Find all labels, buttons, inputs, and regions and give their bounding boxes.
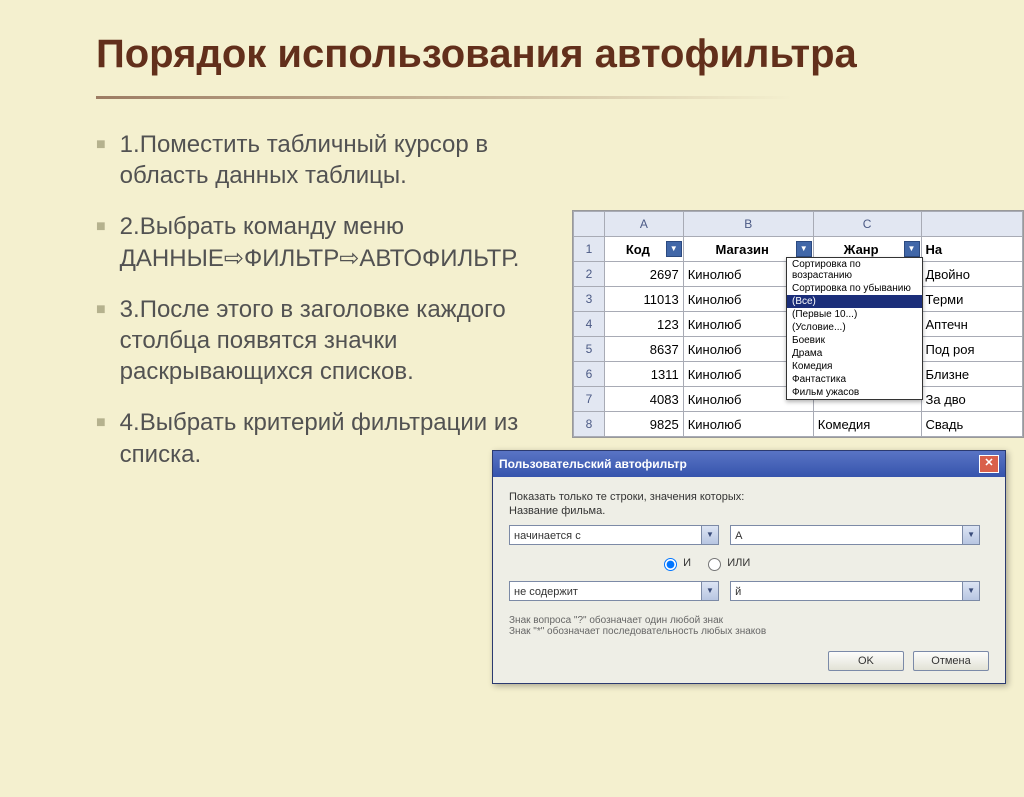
header-title: На: [921, 237, 1023, 262]
bullet-list: ■1.Поместить табличный курсор в область …: [96, 129, 576, 470]
bullet-marker: ■: [96, 300, 106, 388]
dropdown-option[interactable]: (Условие...): [787, 321, 922, 334]
cell[interactable]: 4083: [605, 387, 684, 412]
bullet-text: 1.Поместить табличный курсор в область д…: [120, 129, 576, 191]
cancel-button[interactable]: Отмена: [913, 651, 989, 671]
cell[interactable]: Под роя: [921, 337, 1023, 362]
chevron-down-icon: ▼: [962, 582, 979, 600]
bullet-text: 2.Выбрать команду меню ДАННЫЕ⇨ФИЛЬТР⇨АВТ…: [120, 211, 576, 273]
custom-autofilter-dialog: Пользовательский автофильтр ✕ Показать т…: [492, 450, 1006, 684]
cell[interactable]: Двойно: [921, 262, 1023, 287]
col-letter[interactable]: A: [605, 212, 684, 237]
dropdown-option[interactable]: Боевик: [787, 334, 922, 347]
col-letter[interactable]: B: [683, 212, 813, 237]
row-number[interactable]: 2: [574, 262, 605, 287]
row-number[interactable]: 1: [574, 237, 605, 262]
bullet-marker: ■: [96, 413, 106, 469]
title-underline: [96, 96, 916, 99]
dialog-field-label: Название фильма.: [509, 505, 989, 517]
dropdown-option[interactable]: Фантастика: [787, 373, 922, 386]
col-letter[interactable]: C: [813, 212, 921, 237]
close-icon[interactable]: ✕: [979, 455, 999, 473]
cell[interactable]: Аптечн: [921, 312, 1023, 337]
cell[interactable]: 8637: [605, 337, 684, 362]
cell[interactable]: Близне: [921, 362, 1023, 387]
bullet-text: 3.После этого в заголовке каждого столбц…: [120, 294, 576, 388]
filter-dropdown-icon[interactable]: ▼: [666, 241, 682, 257]
cell[interactable]: Терми: [921, 287, 1023, 312]
radio-and[interactable]: И: [659, 557, 691, 569]
row-number[interactable]: 5: [574, 337, 605, 362]
condition1-combo[interactable]: начинается с▼: [509, 525, 719, 545]
cell[interactable]: Кинолюб: [683, 412, 813, 437]
chevron-down-icon: ▼: [701, 526, 718, 544]
cell[interactable]: Комедия: [813, 412, 921, 437]
dropdown-option[interactable]: (Первые 10...): [787, 308, 922, 321]
slide-title: Порядок использования автофильтра: [96, 30, 916, 86]
dialog-help-text: Знак вопроса "?" обозначает один любой з…: [509, 615, 989, 637]
dropdown-option[interactable]: Сортировка по возрастанию: [787, 258, 922, 282]
dropdown-option[interactable]: Драма: [787, 347, 922, 360]
filter-dropdown-icon[interactable]: ▼: [796, 241, 812, 257]
dropdown-option-selected[interactable]: (Все): [787, 295, 922, 308]
row-number[interactable]: 4: [574, 312, 605, 337]
cell[interactable]: 9825: [605, 412, 684, 437]
cell[interactable]: 1311: [605, 362, 684, 387]
dropdown-option[interactable]: Сортировка по убыванию: [787, 282, 922, 295]
row-number[interactable]: 3: [574, 287, 605, 312]
header-code: Код▼: [605, 237, 684, 262]
value1-combo[interactable]: А▼: [730, 525, 980, 545]
chevron-down-icon: ▼: [701, 582, 718, 600]
col-letter[interactable]: [921, 212, 1023, 237]
dialog-instruction: Показать только те строки, значения кото…: [509, 491, 989, 503]
row-number[interactable]: 6: [574, 362, 605, 387]
spreadsheet: A B C 1 Код▼ Магазин▼ Жанр▼ На 22697Кино…: [572, 210, 1024, 438]
condition2-combo[interactable]: не содержит▼: [509, 581, 719, 601]
value2-combo[interactable]: й▼: [730, 581, 980, 601]
dialog-title: Пользовательский автофильтр: [499, 457, 687, 471]
cell[interactable]: Свадь: [921, 412, 1023, 437]
radio-or[interactable]: ИЛИ: [703, 557, 750, 569]
cell[interactable]: 123: [605, 312, 684, 337]
row-number[interactable]: 8: [574, 412, 605, 437]
chevron-down-icon: ▼: [962, 526, 979, 544]
dropdown-option[interactable]: Фильм ужасов: [787, 386, 922, 399]
autofilter-dropdown: Сортировка по возрастанию Сортировка по …: [786, 257, 923, 400]
corner-cell[interactable]: [574, 212, 605, 237]
cell[interactable]: 2697: [605, 262, 684, 287]
dialog-titlebar[interactable]: Пользовательский автофильтр ✕: [493, 451, 1005, 477]
cell[interactable]: За дво: [921, 387, 1023, 412]
filter-dropdown-icon[interactable]: ▼: [904, 241, 920, 257]
dropdown-option[interactable]: Комедия: [787, 360, 922, 373]
bullet-marker: ■: [96, 135, 106, 191]
ok-button[interactable]: OK: [828, 651, 904, 671]
bullet-marker: ■: [96, 217, 106, 273]
row-number[interactable]: 7: [574, 387, 605, 412]
cell[interactable]: 11013: [605, 287, 684, 312]
